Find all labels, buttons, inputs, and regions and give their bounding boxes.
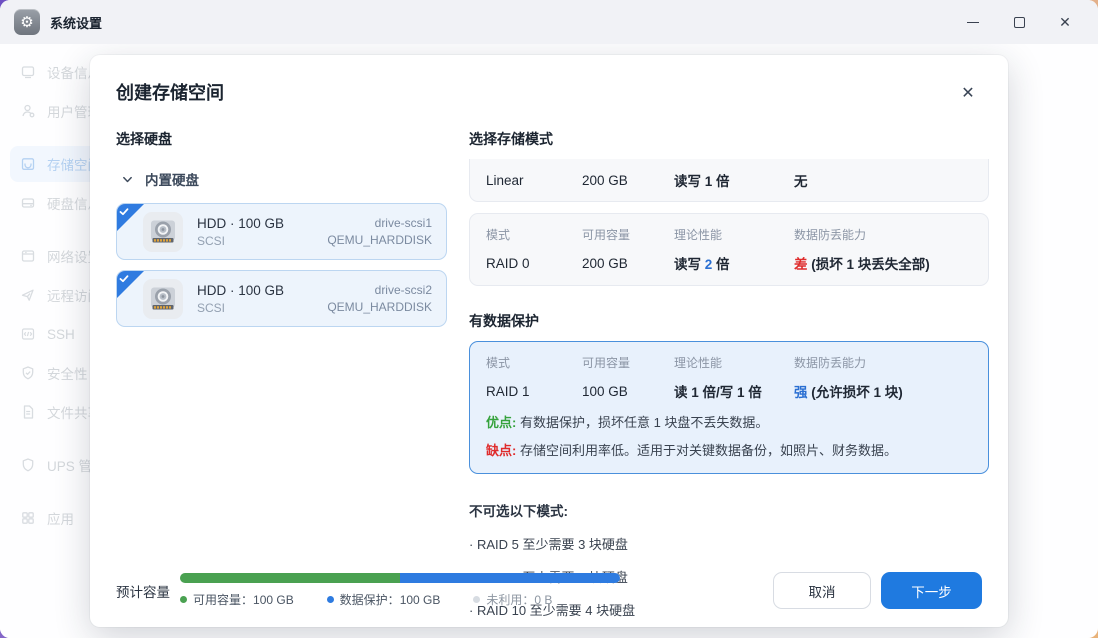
close-icon: ✕ — [961, 85, 974, 102]
header-mode: 模式 — [486, 224, 582, 251]
estimated-capacity-label: 预计容量 — [116, 581, 172, 601]
titlebar: ⚙ 系统设置 ✕ — [0, 0, 1098, 44]
mode-performance: 读写 2 倍 — [674, 251, 794, 275]
unavailable-mode-raid5: · RAID 5 至少需要 3 块硬盘 — [469, 534, 989, 553]
capacity-legend: 可用容量：100 GB 数据保护：100 GB 未利用：0 B — [180, 591, 620, 608]
mode-card-raid0[interactable]: 模式 可用容量 理论性能 数据防丢能力 RAID 0 200 GB 读写 2 倍… — [469, 213, 989, 286]
disk-section-title: 选择硬盘 — [116, 129, 447, 149]
header-protection: 数据防丢能力 — [794, 352, 972, 379]
header-capacity: 可用容量 — [582, 224, 674, 251]
hdd-icon — [143, 212, 183, 252]
mode-performance: 读写 1 倍 — [674, 168, 794, 192]
close-icon: ✕ — [1059, 14, 1071, 31]
window-controls: ✕ — [954, 7, 1084, 37]
create-storage-modal: 创建存储空间 ✕ 选择硬盘 内置硬盘 HDD · 100 GB SCSI — [90, 55, 1008, 627]
modal-title: 创建存储空间 — [116, 79, 982, 105]
internal-disk-group-label: 内置硬盘 — [145, 169, 199, 189]
disk-card-scsi2[interactable]: HDD · 100 GB SCSI drive-scsi2 QEMU_HARDD… — [116, 270, 447, 327]
header-protection: 数据防丢能力 — [794, 224, 972, 251]
legend-unused: 未利用：0 B — [473, 591, 620, 608]
modal-close-button[interactable]: ✕ — [954, 79, 982, 107]
mode-protection: 差 (损坏 1 块丢失全部) — [794, 251, 972, 275]
mode-name: RAID 1 — [486, 382, 582, 401]
disk-card-scsi1[interactable]: HDD · 100 GB SCSI drive-scsi1 QEMU_HARDD… — [116, 203, 447, 260]
next-step-button[interactable]: 下一步 — [881, 572, 982, 609]
capacity-segment-usable — [180, 573, 400, 583]
app-title: 系统设置 — [50, 13, 102, 32]
mode-capacity: 200 GB — [582, 254, 674, 273]
mode-selection-panel: 选择存储模式 Linear 200 GB 读写 1 倍 无 模式 可用容量 理论… — [469, 129, 989, 619]
selected-check-badge — [117, 271, 144, 298]
modal-footer: 预计容量 可用容量：100 GB 数据保护：100 GB 未利用：0 B 取消 … — [116, 572, 982, 609]
mode-section-title: 选择存储模式 — [469, 129, 989, 149]
minimize-button[interactable] — [954, 7, 992, 37]
app-window: ⚙ 系统设置 ✕ 设备信息 用户管理 存储空间 硬盘信息 网络设置 — [0, 0, 1098, 638]
raid1-cons: 缺点: 存储空间利用率低。适用于对关键数据备份，如照片、财务数据。 — [486, 440, 972, 459]
mode-protection: 无 — [794, 168, 972, 192]
cancel-button[interactable]: 取消 — [773, 572, 871, 609]
check-icon — [119, 274, 129, 284]
disk-bus: SCSI — [197, 234, 284, 248]
capacity-segment-protection — [400, 573, 620, 583]
internal-disk-group-toggle[interactable]: 内置硬盘 — [122, 169, 447, 189]
hdd-icon — [143, 279, 183, 319]
capacity-bar: 可用容量：100 GB 数据保护：100 GB 未利用：0 B — [180, 573, 620, 608]
close-button[interactable]: ✕ — [1046, 7, 1084, 37]
header-mode: 模式 — [486, 352, 582, 379]
unavailable-modes-title: 不可选以下模式: — [469, 500, 989, 520]
blue-dot-icon — [327, 596, 334, 603]
header-performance: 理论性能 — [674, 352, 794, 379]
disk-drive-id: drive-scsi2 — [375, 283, 432, 297]
raid1-pros: 优点: 有数据保护，损坏任意 1 块盘不丢失数据。 — [486, 412, 972, 431]
mode-name: RAID 0 — [486, 254, 582, 273]
header-performance: 理论性能 — [674, 224, 794, 251]
legend-usable: 可用容量：100 GB — [180, 591, 327, 608]
chevron-down-icon — [122, 174, 133, 185]
green-dot-icon — [180, 596, 187, 603]
header-capacity: 可用容量 — [582, 352, 674, 379]
check-icon — [119, 207, 129, 217]
mode-name: Linear — [486, 171, 582, 190]
mode-capacity: 200 GB — [582, 171, 674, 190]
disk-model: QEMU_HARDDISK — [327, 300, 432, 314]
legend-protection: 数据保护：100 GB — [327, 591, 474, 608]
minimize-icon — [967, 22, 979, 23]
maximize-icon — [1014, 17, 1025, 28]
disk-model: QEMU_HARDDISK — [327, 233, 432, 247]
disk-bus: SCSI — [197, 301, 284, 315]
protected-section-title: 有数据保护 — [469, 311, 989, 331]
mode-performance: 读 1 倍/写 1 倍 — [674, 379, 794, 403]
settings-app-icon: ⚙ — [14, 9, 40, 35]
disk-selection-panel: 选择硬盘 内置硬盘 HDD · 100 GB SCSI drive-sc — [116, 129, 447, 619]
mode-capacity: 100 GB — [582, 382, 674, 401]
disk-title: HDD · 100 GB — [197, 216, 284, 231]
mode-protection: 强 (允许损坏 1 块) — [794, 379, 972, 403]
gray-dot-icon — [473, 596, 480, 603]
selected-check-badge — [117, 204, 144, 231]
mode-card-linear[interactable]: Linear 200 GB 读写 1 倍 无 — [469, 159, 989, 202]
maximize-button[interactable] — [1000, 7, 1038, 37]
disk-title: HDD · 100 GB — [197, 283, 284, 298]
disk-drive-id: drive-scsi1 — [375, 216, 432, 230]
mode-card-raid1[interactable]: 模式 可用容量 理论性能 数据防丢能力 RAID 1 100 GB 读 1 倍/… — [469, 341, 989, 474]
